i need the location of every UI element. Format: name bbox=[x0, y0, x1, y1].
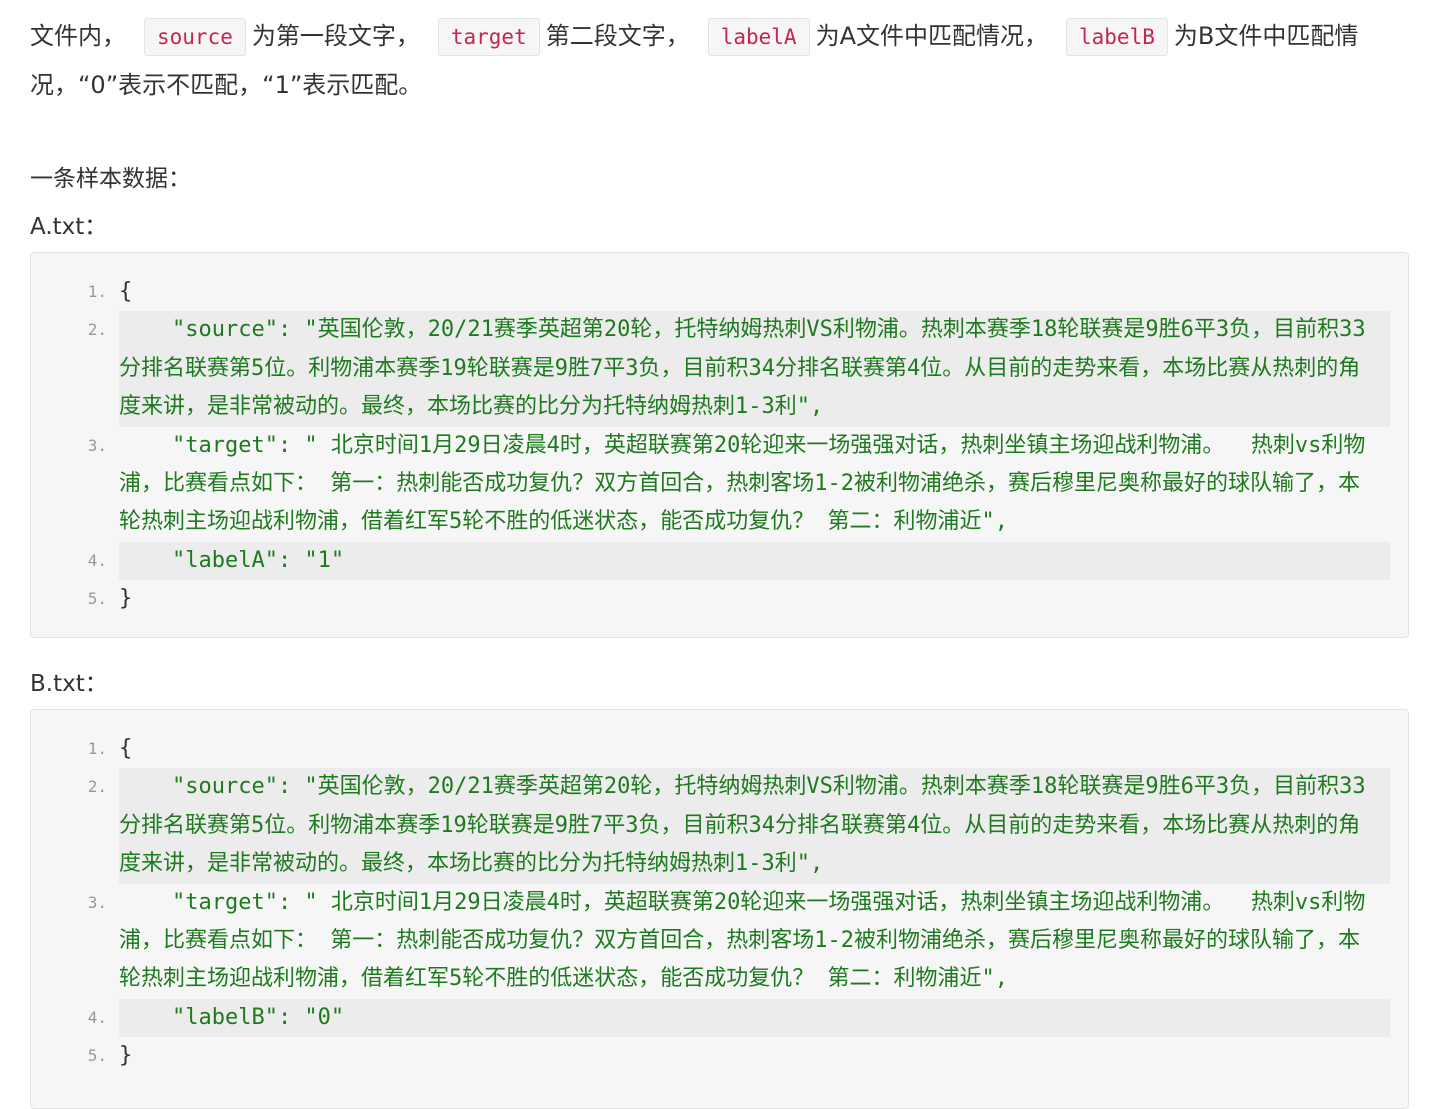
intro-text-1: 文件内， bbox=[30, 22, 126, 50]
file-b-label: B.txt： bbox=[30, 671, 108, 697]
intro-text-3: 第二段文字， bbox=[545, 22, 690, 50]
code-line: 1. { bbox=[31, 273, 1390, 311]
line-number: 5. bbox=[87, 589, 107, 609]
code-text: { bbox=[119, 279, 133, 304]
code-content: "target": " 北京时间1月29日凌晨4时，英超联赛第20轮迎来一场强强… bbox=[119, 889, 1366, 992]
code-line: 4. "labelB": "0" bbox=[31, 998, 1390, 1038]
code-text: } bbox=[119, 1043, 133, 1069]
inline-code-labelB: labelB bbox=[1066, 18, 1168, 56]
code-line: 5. } bbox=[31, 1037, 1390, 1075]
code-text: "target": " 北京时间1月29日凌晨4时，英超联赛第20轮迎来一场强强… bbox=[119, 884, 1390, 999]
document-page: 文件内， source 为第一段文字， target 第二段文字， labelA 为A文件中… bbox=[0, 0, 1440, 1109]
code-content: "source": "英国伦敦，20/21赛季英超第20轮，托特纳姆热刺VS利物… bbox=[119, 774, 1366, 877]
code-block-a: 1. { 2. "source": "英国伦敦，20/21赛季英超第20轮，托特… bbox=[30, 252, 1409, 638]
code-line: 3. "target": " 北京时间1月29日凌晨4时，英超联赛第20轮迎来一… bbox=[31, 884, 1390, 999]
code-line: 1. { bbox=[31, 730, 1390, 768]
code-text: "source": "英国伦敦，20/21赛季英超第20轮，托特纳姆热刺VS利物… bbox=[119, 768, 1390, 884]
code-text: { bbox=[119, 736, 133, 761]
line-number: 4. bbox=[87, 550, 107, 570]
line-number: 2. bbox=[87, 320, 107, 340]
code-text: "labelA": "1" bbox=[119, 541, 1390, 581]
code-text: "target": " 北京时间1月29日凌晨4时，英超联赛第20轮迎来一场强强… bbox=[119, 427, 1390, 542]
code-text: } bbox=[119, 586, 133, 612]
code-line: 3. "target": " 北京时间1月29日凌晨4时，英超联赛第20轮迎来一… bbox=[31, 427, 1390, 542]
code-text: "labelB": "0" bbox=[119, 998, 1390, 1038]
line-number: 3. bbox=[87, 435, 107, 455]
inline-code-target: target bbox=[437, 18, 540, 56]
code-line: 2. "source": "英国伦敦，20/21赛季英超第20轮，托特纳姆热刺V… bbox=[31, 768, 1390, 884]
line-number: 3. bbox=[87, 892, 107, 912]
code-line: 5. } bbox=[31, 580, 1390, 618]
code-text: "source": "英国伦敦，20/21赛季英超第20轮，托特纳姆热刺VS利物… bbox=[119, 311, 1390, 427]
intro-text-4: 为A文件中匹配情况， bbox=[815, 22, 1048, 50]
intro-paragraph: 文件内， source 为第一段文字， target 第二段文字， labelA 为A文件中… bbox=[30, 12, 1415, 109]
code-line: 2. "source": "英国伦敦，20/21赛季英超第20轮，托特纳姆热刺V… bbox=[31, 311, 1390, 427]
code-content: "source": "英国伦敦，20/21赛季英超第20轮，托特纳姆热刺VS利物… bbox=[119, 317, 1366, 420]
code-content: "labelA": "1" bbox=[171, 547, 345, 573]
sample-heading: 一条样本数据： bbox=[30, 166, 191, 192]
line-number: 1. bbox=[87, 739, 107, 758]
line-number: 5. bbox=[87, 1046, 107, 1066]
file-a-label: A.txt： bbox=[30, 214, 108, 240]
code-content: "target": " 北京时间1月29日凌晨4时，英超联赛第20轮迎来一场强强… bbox=[119, 432, 1366, 535]
inline-code-labelA: labelA bbox=[707, 18, 810, 56]
inline-code-source: source bbox=[144, 18, 246, 56]
line-number: 4. bbox=[87, 1007, 107, 1027]
line-number: 2. bbox=[87, 777, 107, 797]
code-line: 4. "labelA": "1" bbox=[31, 541, 1390, 581]
intro-text-2: 为第一段文字， bbox=[251, 22, 420, 50]
line-number: 1. bbox=[87, 282, 107, 301]
code-content: "labelB": "0" bbox=[171, 1004, 345, 1030]
code-block-b: 1. { 2. "source": "英国伦敦，20/21赛季英超第20轮，托特… bbox=[30, 709, 1409, 1109]
